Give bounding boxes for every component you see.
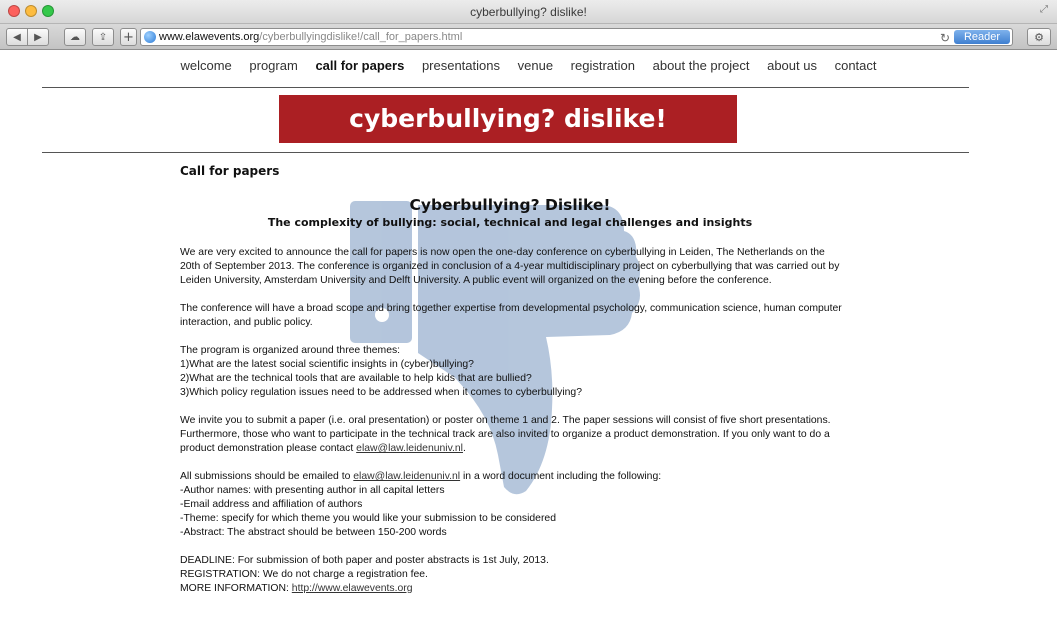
share-button[interactable]: ⇪ <box>92 28 114 46</box>
nav-venue[interactable]: venue <box>518 58 553 73</box>
info-paragraph: DEADLINE: For submission of both paper a… <box>180 554 840 596</box>
theme-item: 1)What are the latest social scientific … <box>180 359 474 370</box>
window-titlebar: cyberbullying? dislike! ⤢ <box>0 0 1057 24</box>
url-host: www.elawevents.org <box>159 31 260 43</box>
submission-email-link[interactable]: elaw@law.leidenuniv.nl <box>353 471 460 482</box>
globe-icon <box>144 31 156 43</box>
reload-icon[interactable]: ↻ <box>940 30 950 45</box>
fullscreen-icon[interactable]: ⤢ <box>1040 4 1048 15</box>
nav-call-for-papers[interactable]: call for papers <box>315 58 404 73</box>
url-path: /cyberbullyingdislike!/call_for_papers.h… <box>259 31 463 43</box>
site-banner: cyberbullying? dislike! <box>279 95 737 143</box>
nav-welcome[interactable]: welcome <box>180 58 231 73</box>
nav-registration[interactable]: registration <box>571 58 635 73</box>
theme-item: 3)Which policy regulation issues need to… <box>180 387 582 398</box>
nav-contact[interactable]: contact <box>835 58 877 73</box>
browser-toolbar: ◀ ▶ ☁ ⇪ + www.elawevents.org/cyberbullyi… <box>0 24 1057 50</box>
more-info-line: MORE INFORMATION: http://www.elawevents.… <box>180 582 840 596</box>
main-content: Call for papers Cyberbullying? Dislike! … <box>180 164 842 610</box>
submission-item: -Theme: specify for which theme you woul… <box>180 513 556 524</box>
invite-text: product demonstration please contact <box>180 443 357 454</box>
nav-about-us[interactable]: about us <box>767 58 817 73</box>
scope-line: interaction, and public policy. <box>180 317 313 328</box>
invite-line: We invite you to submit a paper (i.e. or… <box>180 415 831 426</box>
submission-item: -Abstract: The abstract should be betwee… <box>180 527 447 538</box>
header-divider-top <box>42 87 969 88</box>
icloud-tabs-button[interactable]: ☁ <box>64 28 86 46</box>
nav-presentations[interactable]: presentations <box>422 58 500 73</box>
intro-line: Leiden University, Amsterdam University … <box>180 275 772 286</box>
scope-line: The conference will have a broad scope a… <box>180 303 842 314</box>
reader-button[interactable]: Reader <box>954 30 1010 44</box>
window-title: cyberbullying? dislike! <box>470 5 587 19</box>
invite-text: . <box>463 443 466 454</box>
themes-paragraph: The program is organized around three th… <box>180 344 840 400</box>
invite-line: Furthermore, those who want to participa… <box>180 429 830 440</box>
contact-email-link[interactable]: elaw@law.leidenuniv.nl <box>356 443 463 454</box>
doc-title: Cyberbullying? Dislike! <box>409 196 611 214</box>
intro-paragraph: We are very excited to announce the call… <box>180 246 840 288</box>
submission-item: -Author names: with presenting author in… <box>180 485 445 496</box>
intro-line: 20th of September 2013. The conference i… <box>180 261 840 272</box>
more-info-link[interactable]: http://www.elawevents.org <box>292 583 413 594</box>
submission-line: All submissions should be emailed to ela… <box>180 470 840 484</box>
submission-paragraph: All submissions should be emailed to ela… <box>180 470 840 540</box>
settings-gear-button[interactable]: ⚙ <box>1027 28 1051 46</box>
site-nav: welcome program call for papers presenta… <box>0 58 1057 80</box>
intro-line: We are very excited to announce the call… <box>180 247 825 258</box>
invite-line: product demonstration please contact ela… <box>180 442 840 456</box>
submission-item: -Email address and affiliation of author… <box>180 499 363 510</box>
registration-text: REGISTRATION: We do not charge a registr… <box>180 569 428 580</box>
theme-item: 2)What are the technical tools that are … <box>180 373 532 384</box>
submission-text: All submissions should be emailed to <box>180 471 354 482</box>
scope-paragraph: The conference will have a broad scope a… <box>180 302 842 330</box>
more-info-text: MORE INFORMATION: <box>180 583 292 594</box>
themes-intro: The program is organized around three th… <box>180 345 401 356</box>
nav-program[interactable]: program <box>249 58 297 73</box>
add-bookmark-button[interactable]: + <box>120 28 137 46</box>
submission-text: in a word document including the followi… <box>460 471 662 482</box>
invite-paragraph: We invite you to submit a paper (i.e. or… <box>180 414 840 456</box>
back-button[interactable]: ◀ <box>6 28 28 46</box>
forward-button[interactable]: ▶ <box>27 28 49 46</box>
doc-subtitle: The complexity of bullying: social, tech… <box>267 216 753 229</box>
address-bar[interactable]: www.elawevents.org/cyberbullyingdislike!… <box>140 28 1013 46</box>
header-divider-bottom <box>42 152 969 153</box>
deadline-text: DEADLINE: For submission of both paper a… <box>180 555 549 566</box>
section-title: Call for papers <box>180 164 280 178</box>
nav-about-the-project[interactable]: about the project <box>653 58 750 73</box>
